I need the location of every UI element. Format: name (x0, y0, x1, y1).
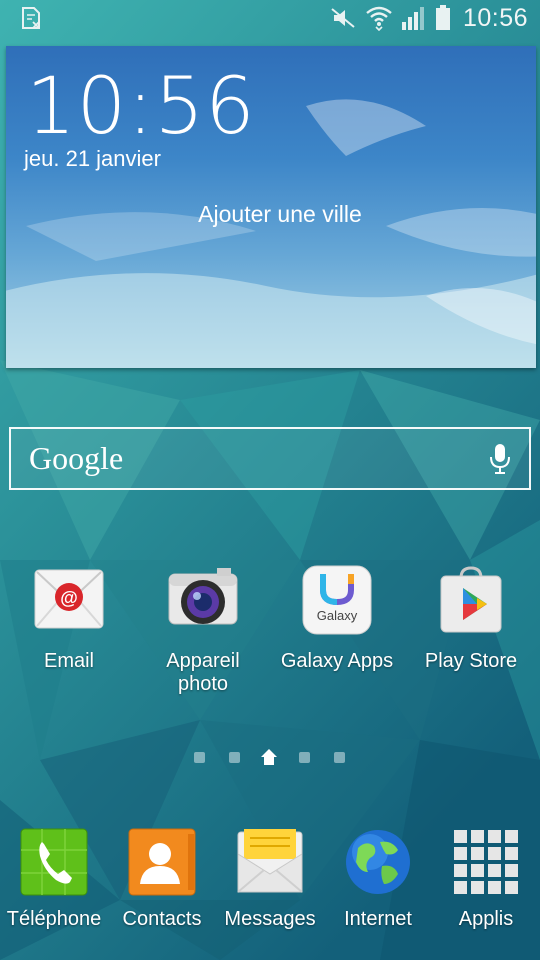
dock-label: Téléphone (6, 908, 102, 930)
dock-label: Internet (344, 908, 412, 930)
dock-internet[interactable]: Internet (324, 828, 432, 931)
wifi-icon (366, 6, 392, 31)
page-dot[interactable] (194, 752, 205, 763)
mute-icon (331, 8, 355, 28)
camera-icon (168, 568, 238, 625)
dock-label: Contacts (122, 908, 202, 930)
status-clock: 10:56 (462, 3, 528, 32)
page-dot[interactable] (299, 752, 310, 763)
page-indicator (0, 748, 540, 766)
page-dot[interactable] (334, 752, 345, 763)
add-city-button[interactable]: Ajouter une ville (6, 201, 536, 228)
dock-label: Messages (224, 908, 316, 930)
widget-clock: 10:56 (26, 62, 256, 152)
app-label: Galaxy Apps (280, 650, 394, 672)
widget-date: jeu. 21 janvier (24, 146, 161, 171)
google-search-bar[interactable]: Google (9, 427, 531, 490)
galaxy-apps-icon: Galaxy (302, 565, 372, 635)
dock-messages[interactable]: Messages (216, 828, 324, 931)
dock-label: Applis (458, 908, 514, 930)
internet-icon (346, 830, 410, 894)
battery-icon (435, 5, 450, 30)
app-email[interactable]: @ Email (4, 564, 134, 673)
status-bar: 10:56 (0, 0, 540, 36)
svg-text:@: @ (60, 588, 78, 608)
home-page-icon[interactable] (260, 748, 278, 766)
app-camera[interactable]: Appareil photo (138, 564, 268, 696)
galaxy-icon-text: Galaxy (317, 608, 358, 623)
dock-phone[interactable]: Téléphone (0, 828, 108, 931)
apps-grid-icon (454, 830, 518, 894)
email-icon: @ (34, 569, 104, 629)
messages-icon (237, 829, 303, 893)
dock-apps[interactable]: Applis (432, 828, 540, 931)
microphone-icon[interactable] (489, 443, 511, 475)
weather-clock-widget[interactable]: 10:56 jeu. 21 janvier Ajouter une ville (6, 46, 536, 368)
app-label: Appareil photo (166, 650, 240, 695)
google-search-label[interactable]: Google (29, 440, 123, 477)
app-label: Play Store (424, 650, 518, 672)
play-store-icon (440, 566, 502, 633)
dock-contacts[interactable]: Contacts (108, 828, 216, 931)
sim-card-icon (22, 7, 40, 29)
app-label: Email (43, 650, 94, 672)
page-dot[interactable] (229, 752, 240, 763)
app-galaxy-apps[interactable]: Galaxy Galaxy Apps (272, 564, 402, 673)
app-play-store[interactable]: Play Store (406, 564, 536, 673)
phone-icon (20, 828, 88, 896)
signal-icon (401, 7, 424, 30)
contacts-icon (128, 828, 196, 896)
